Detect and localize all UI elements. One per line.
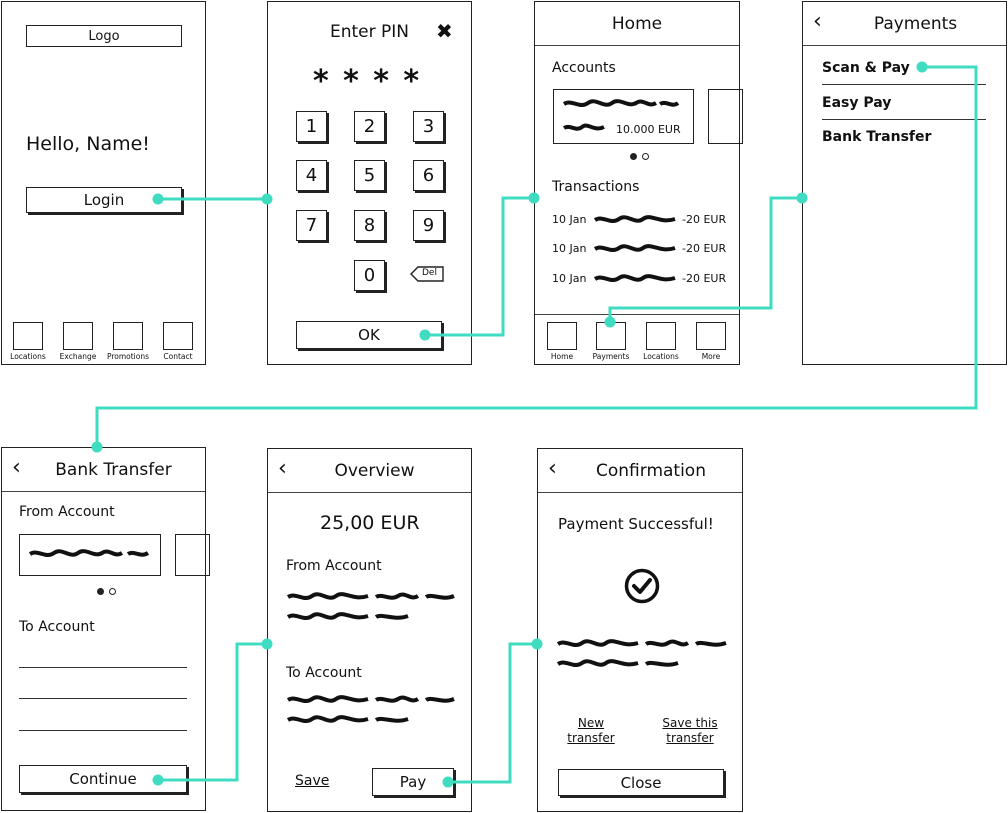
overview-to-label: To Account <box>286 665 362 681</box>
continue-button[interactable]: Continue <box>19 765 187 793</box>
new-transfer-link[interactable]: New transfer <box>562 716 620 746</box>
back-arrow-icon[interactable]: ‹ <box>278 457 287 481</box>
to-account-field-line[interactable] <box>19 698 187 699</box>
nav-exchange-icon[interactable] <box>63 322 93 350</box>
transaction-date: 10 Jan <box>552 242 587 255</box>
nav-home-icon[interactable] <box>547 322 577 350</box>
delete-key[interactable]: Del <box>410 266 445 283</box>
transactions-label: Transactions <box>552 179 640 195</box>
pin-mask: * * * * <box>313 64 422 99</box>
pay-button[interactable]: Pay <box>372 768 454 796</box>
pin-title: Enter PIN <box>330 22 410 42</box>
account-name-scribble <box>28 549 150 557</box>
home-header: Home <box>535 2 739 46</box>
menu-divider <box>822 84 986 85</box>
payments-header: Payments <box>803 2 1006 46</box>
overview-screen: Overview ‹ 25,00 EUR From Account To Acc… <box>267 448 472 812</box>
key-0[interactable]: 0 <box>354 260 385 291</box>
transaction-desc-scribble <box>593 274 676 282</box>
to-account-field-line[interactable] <box>19 730 187 731</box>
confirmation-title: Confirmation <box>596 460 706 481</box>
transaction-amount: -20 EUR <box>682 272 727 285</box>
close-icon[interactable]: ✖ <box>436 19 453 43</box>
transaction-desc-scribble <box>593 215 676 223</box>
nav-more-label: More <box>701 352 721 361</box>
nav-locations-icon[interactable] <box>13 322 43 350</box>
key-2[interactable]: 2 <box>354 111 385 142</box>
key-4[interactable]: 4 <box>296 160 327 191</box>
transaction-desc-scribble <box>593 244 676 252</box>
menu-item-easy-pay[interactable]: Easy Pay <box>822 95 891 111</box>
home-title: Home <box>611 13 663 34</box>
nav-payments-icon[interactable] <box>596 322 626 350</box>
save-link[interactable]: Save <box>295 773 329 789</box>
close-button[interactable]: Close <box>558 769 724 796</box>
nav-locations-icon[interactable] <box>646 322 676 350</box>
confirmation-header: Confirmation <box>538 449 742 493</box>
overview-title: Overview <box>334 460 415 481</box>
back-arrow-icon[interactable]: ‹ <box>12 456 21 480</box>
from-account-label: From Account <box>19 504 115 520</box>
account-name-scribble <box>562 99 680 107</box>
greeting-text: Hello, Name! <box>26 133 150 155</box>
confirmation-screen: Confirmation ‹ Payment Successful! New t… <box>537 448 743 812</box>
to-account-field-line[interactable] <box>19 667 187 668</box>
overview-header: Overview <box>268 449 471 493</box>
logo: Logo <box>26 25 182 47</box>
transaction-date: 10 Jan <box>552 213 587 226</box>
from-account-scribble <box>286 592 455 620</box>
key-6[interactable]: 6 <box>413 160 444 191</box>
save-transfer-link[interactable]: Save this transfer <box>656 716 724 746</box>
payments-title: Payments <box>873 13 958 34</box>
carousel-dot <box>642 153 649 160</box>
overview-from-label: From Account <box>286 558 382 574</box>
transfer-header: Bank Transfer <box>2 448 205 492</box>
transfer-title: Bank Transfer <box>55 459 172 480</box>
back-arrow-icon[interactable]: ‹ <box>813 10 822 34</box>
account-number-scribble <box>562 123 605 131</box>
next-account-card[interactable] <box>708 89 743 144</box>
bank-transfer-screen: Bank Transfer ‹ From Account To Account … <box>1 447 210 811</box>
nav-more-icon[interactable] <box>696 322 726 350</box>
login-button[interactable]: Login <box>26 187 182 213</box>
check-circle-icon <box>624 568 660 604</box>
home-screen: Home Accounts 10.000 EUR Transactions 10… <box>534 1 743 365</box>
confirmation-details-scribble <box>556 639 727 667</box>
carousel-dot-active <box>97 588 104 595</box>
success-message: Payment Successful! <box>558 515 714 533</box>
back-arrow-icon[interactable]: ‹ <box>548 457 557 481</box>
menu-item-bank-transfer[interactable]: Bank Transfer <box>822 129 931 145</box>
payments-screen: Payments ‹ Scan & Pay Easy Pay Bank Tran… <box>802 1 1007 365</box>
to-account-scribble <box>286 695 455 723</box>
carousel-dot-active <box>630 153 637 160</box>
key-3[interactable]: 3 <box>413 111 444 142</box>
home-nav-divider <box>535 314 739 315</box>
nav-contact-icon[interactable] <box>163 322 193 350</box>
overview-amount: 25,00 EUR <box>320 512 420 534</box>
from-account-card[interactable] <box>19 534 161 576</box>
carousel-dot <box>109 588 116 595</box>
nav-contact-label: Contact <box>163 352 193 361</box>
key-8[interactable]: 8 <box>354 210 385 241</box>
next-account-card[interactable] <box>175 534 210 576</box>
delete-key-label: Del <box>422 268 437 278</box>
accounts-label: Accounts <box>552 60 616 76</box>
ok-button[interactable]: OK <box>296 321 442 349</box>
key-5[interactable]: 5 <box>354 160 385 191</box>
menu-divider <box>822 119 986 120</box>
nav-promotions-icon[interactable] <box>113 322 143 350</box>
transaction-date: 10 Jan <box>552 272 587 285</box>
transaction-amount: -20 EUR <box>682 242 727 255</box>
account-card[interactable]: 10.000 EUR <box>553 89 694 144</box>
key-1[interactable]: 1 <box>296 111 327 142</box>
transaction-amount: -20 EUR <box>682 213 727 226</box>
key-7[interactable]: 7 <box>296 210 327 241</box>
key-9[interactable]: 9 <box>413 210 444 241</box>
account-balance: 10.000 EUR <box>616 123 681 136</box>
login-screen: Logo Hello, Name! Login Locations Exchan… <box>1 1 206 365</box>
menu-item-scan-pay[interactable]: Scan & Pay <box>822 60 910 76</box>
to-account-label: To Account <box>19 619 95 635</box>
pin-screen: Enter PIN ✖ * * * * 1 2 3 4 5 6 7 8 9 0 … <box>267 1 472 365</box>
